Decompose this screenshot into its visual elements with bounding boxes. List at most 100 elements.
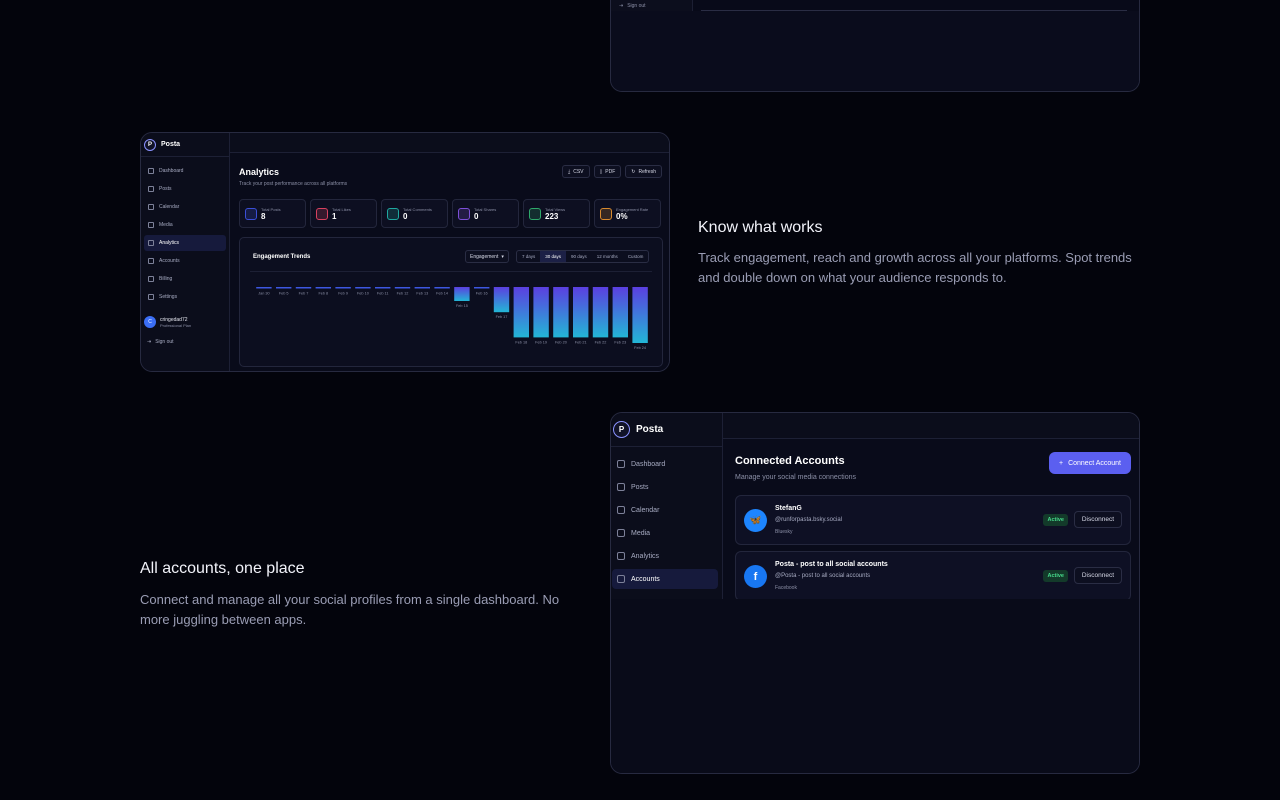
link-icon bbox=[617, 575, 625, 583]
calendar-icon bbox=[148, 204, 154, 210]
chart-tick-label: Feb 7 bbox=[299, 292, 309, 296]
analytics-nav: Dashboard Posts Calendar Media Analytics Acco… bbox=[141, 157, 229, 305]
posta-logo: P bbox=[613, 421, 630, 438]
sidebar-item-label: Analytics bbox=[631, 552, 660, 560]
top-preview-body bbox=[611, 11, 1139, 91]
chart-bar[interactable] bbox=[414, 287, 430, 289]
stat-cards: Total Posts 8 Total Likes 1 Total Comments 0 T… bbox=[239, 199, 661, 228]
sidebar-item-label: Analytics bbox=[159, 240, 180, 246]
stat-card: Total Shares 0 bbox=[452, 199, 519, 228]
sidebar-item-label: Media bbox=[631, 529, 651, 537]
connect-account-button[interactable]: + Connect Account bbox=[1048, 452, 1131, 474]
accounts-sidebar: P Posta Dashboard Posts Calendar Media Analy… bbox=[611, 413, 723, 599]
sidebar-item-analytics[interactable]: Analytics bbox=[144, 235, 226, 251]
chart-tick-label: Feb 8 bbox=[318, 292, 328, 296]
disconnect-button[interactable]: Disconnect bbox=[1073, 567, 1122, 584]
posta-logo: P bbox=[144, 138, 156, 151]
disconnect-button[interactable]: Disconnect bbox=[1073, 511, 1122, 528]
chart-bar[interactable] bbox=[256, 287, 272, 289]
analytics-feature-title: Know what works bbox=[698, 219, 823, 236]
page-title: Analytics bbox=[239, 167, 280, 177]
stat-icon bbox=[458, 207, 470, 220]
account-platform: Facebook bbox=[775, 585, 797, 591]
chart-bar[interactable] bbox=[295, 287, 312, 289]
chart-bar[interactable] bbox=[533, 287, 549, 338]
chart-bar[interactable] bbox=[276, 287, 292, 289]
chart-bar[interactable] bbox=[434, 287, 450, 289]
account-row: f Posta - post to all social accounts @Pos… bbox=[735, 551, 1131, 601]
signout-icon: ⇥ bbox=[147, 339, 152, 345]
facebook-icon: f bbox=[744, 565, 767, 588]
chart-bar[interactable] bbox=[315, 287, 331, 289]
avatar: C bbox=[144, 316, 156, 328]
chart-bar[interactable] bbox=[632, 287, 648, 343]
sidebar-item-label: Calendar bbox=[631, 506, 660, 514]
analytics-icon bbox=[617, 552, 625, 560]
top-signout-label: Sign out bbox=[627, 3, 646, 9]
user-profile[interactable]: C cringedad72 Professional Plan bbox=[144, 316, 191, 328]
stat-text: Total Views 223 bbox=[545, 207, 565, 221]
status-badge: Active bbox=[1043, 570, 1068, 582]
chart-bar[interactable] bbox=[335, 287, 351, 289]
sidebar-item-media[interactable]: Media bbox=[144, 217, 226, 233]
sidebar-item-analytics[interactable]: Analytics bbox=[612, 546, 718, 566]
sidebar-item-settings[interactable]: Settings bbox=[144, 289, 226, 305]
chart-bar[interactable] bbox=[553, 287, 569, 338]
stat-card: Total Posts 8 bbox=[239, 199, 306, 228]
pdf-button[interactable]: ▯ PDF bbox=[593, 165, 622, 178]
stat-value: 0 bbox=[474, 211, 479, 221]
accounts-main: Connected Accounts Manage your social me… bbox=[723, 439, 1139, 601]
chart-bar[interactable] bbox=[592, 287, 609, 338]
sidebar-item-label: Posts bbox=[159, 186, 172, 192]
sidebar-item-calendar[interactable]: Calendar bbox=[612, 500, 718, 520]
stat-icon bbox=[245, 207, 257, 220]
chart-bar[interactable] bbox=[493, 287, 510, 313]
chart-tick-label: Feb 21 bbox=[575, 340, 587, 344]
file-icon: ▯ bbox=[599, 168, 603, 175]
refresh-button[interactable]: ↻ Refresh bbox=[625, 165, 662, 178]
csv-button[interactable]: ⤓ CSV bbox=[562, 165, 590, 178]
chart-tick-label: Feb 20 bbox=[555, 340, 567, 344]
chart-bar[interactable] bbox=[375, 287, 391, 289]
page-subtitle: Track your post performance across all p… bbox=[239, 181, 348, 187]
calendar-icon bbox=[617, 506, 625, 514]
sidebar-item-billing[interactable]: Billing bbox=[144, 271, 226, 287]
user-plan: Professional Plan bbox=[160, 322, 192, 328]
gear-icon bbox=[148, 294, 154, 300]
sidebar-item-dashboard[interactable]: Dashboard bbox=[144, 163, 226, 179]
chart-bar[interactable] bbox=[394, 287, 411, 289]
sidebar-item-calendar[interactable]: Calendar bbox=[144, 199, 226, 215]
stat-value: 223 bbox=[545, 211, 559, 221]
sidebar-item-accounts[interactable]: Accounts bbox=[144, 253, 226, 269]
chart-tick-label: Feb 19 bbox=[535, 340, 547, 344]
chart-bar[interactable] bbox=[513, 287, 529, 338]
signout-button[interactable]: ⇥ Sign out bbox=[147, 339, 174, 345]
chart-bar[interactable] bbox=[612, 287, 628, 338]
sidebar-item-media[interactable]: Media bbox=[612, 523, 718, 543]
chart-bar[interactable] bbox=[454, 287, 470, 301]
chart-bar[interactable] bbox=[355, 287, 371, 289]
chart-tick-label: Feb 23 bbox=[614, 340, 626, 344]
stat-card: Total Views 223 bbox=[523, 199, 590, 228]
top-signout[interactable]: ⇥ Sign out bbox=[619, 3, 646, 9]
sidebar-item-posts[interactable]: Posts bbox=[144, 181, 226, 197]
accounts-brand: P Posta bbox=[611, 413, 722, 447]
sidebar-item-label: Accounts bbox=[631, 575, 660, 583]
stat-text: Engagement Rate 0% bbox=[616, 207, 648, 221]
analytics-screenshot: P Posta Dashboard Posts Calendar Media Analy… bbox=[140, 132, 670, 372]
chart-bar[interactable] bbox=[474, 287, 490, 289]
sidebar-item-accounts[interactable]: Accounts bbox=[612, 569, 718, 589]
media-icon bbox=[148, 222, 154, 228]
sidebar-item-label: Settings bbox=[159, 294, 178, 300]
sidebar-item-dashboard[interactable]: Dashboard bbox=[612, 454, 718, 474]
stat-text: Total Shares 0 bbox=[474, 207, 496, 221]
stat-icon bbox=[529, 207, 541, 220]
sidebar-item-posts[interactable]: Posts bbox=[612, 477, 718, 497]
chart-bar[interactable] bbox=[573, 287, 589, 338]
analytics-icon bbox=[148, 240, 154, 246]
chart-tick-label: Feb 18 bbox=[515, 340, 527, 344]
posts-icon bbox=[148, 186, 154, 192]
analytics-topbar bbox=[230, 133, 669, 153]
chart-tick-label: Feb 13 bbox=[416, 292, 428, 296]
top-preview-card: ⇥ Sign out bbox=[610, 0, 1140, 92]
